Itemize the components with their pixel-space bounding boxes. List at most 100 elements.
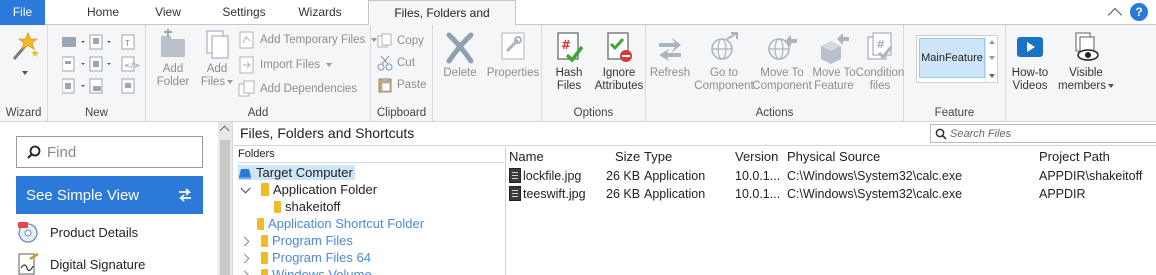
tree-item-program-files-64[interactable]: Program Files 64: [241, 250, 371, 265]
see-simple-view-button[interactable]: See Simple View: [16, 176, 203, 214]
add-files-button[interactable]: Add Files: [200, 29, 234, 89]
nav-label-product-details: Product Details: [50, 224, 139, 240]
see-simple-view-label: See Simple View: [26, 186, 140, 204]
go-to-component-button[interactable]: Go to Component: [694, 31, 754, 93]
scroll-down-icon[interactable]: [989, 56, 995, 60]
add-files-label-1: Add: [206, 63, 228, 75]
import-files-button[interactable]: Import Files: [238, 56, 333, 74]
tab-view[interactable]: View: [146, 0, 190, 25]
nav-item-digital-signature[interactable]: Digital Signature: [16, 253, 145, 275]
feature-gallery[interactable]: MainFeature: [916, 35, 998, 83]
hash-file-icon: #: [557, 32, 584, 63]
hash-files-button[interactable]: # Hash Files: [550, 31, 588, 93]
go-to-component-label-1: Go to: [709, 67, 739, 79]
svg-text:T: T: [124, 39, 130, 48]
delete-button[interactable]: Delete: [440, 31, 480, 80]
add-temporary-files-label: Add Temporary Files: [260, 34, 366, 46]
column-header-type[interactable]: Type: [644, 149, 672, 164]
move-to-component-button[interactable]: Move To Component: [752, 31, 812, 93]
ribbon-tab-bar: File Home View Settings Wizards Files, F…: [0, 0, 1156, 44]
tab-file[interactable]: File: [0, 0, 45, 25]
files-list: Name Size Type Version Physical Source P…: [507, 147, 1156, 275]
wizard-button[interactable]: [9, 31, 39, 75]
properties-button[interactable]: Properties: [487, 31, 539, 80]
scroll-up-icon[interactable]: [989, 40, 995, 44]
feature-gallery-scroll[interactable]: [985, 36, 997, 82]
add-folder-button[interactable]: Add Folder: [156, 29, 190, 89]
ignore-attributes-label-1: Ignore: [602, 67, 636, 79]
executable-file-icon: [509, 168, 521, 183]
column-header-version[interactable]: Version: [735, 149, 778, 164]
help-icon[interactable]: ?: [1130, 3, 1148, 21]
column-header-project-path[interactable]: Project Path: [1039, 149, 1110, 164]
tab-wizards[interactable]: Wizards: [290, 0, 350, 25]
tab-files-folders-shortcuts[interactable]: Files, Folders and Shortcuts: [368, 0, 516, 44]
scroll-up-arrow-icon[interactable]: [219, 125, 230, 136]
folder-icon: [261, 268, 268, 275]
tree-item-application-shortcut-folder[interactable]: Application Shortcut Folder: [257, 216, 424, 231]
collapsed-arrow-icon[interactable]: [241, 253, 251, 263]
tree-item-program-files[interactable]: Program Files: [241, 233, 353, 248]
left-pane-scrollbar[interactable]: [218, 122, 232, 275]
add-temporary-files-button[interactable]: Add Temporary Files: [238, 31, 378, 49]
nav-label-digital-signature: Digital Signature: [50, 256, 146, 272]
group-clipboard: Copy Cut Paste Clipboard: [371, 25, 433, 122]
dropdown-caret-icon: [227, 79, 234, 84]
cut-button[interactable]: Cut: [377, 55, 415, 71]
cell-size: 26 KB: [606, 187, 641, 201]
folders-tree: Folders Target Computer Application Fold…: [234, 147, 506, 275]
dependencies-icon: [238, 80, 255, 97]
add-dependencies-button[interactable]: Add Dependencies: [238, 80, 357, 98]
column-header-physical-source[interactable]: Physical Source: [787, 149, 880, 164]
collapsed-arrow-icon[interactable]: [241, 270, 251, 275]
product-disc-icon: [18, 222, 38, 243]
condition-files-icon: #: [867, 32, 893, 60]
paste-button[interactable]: Paste: [377, 77, 426, 93]
move-to-feature-icon: [821, 33, 849, 64]
ignore-attributes-button[interactable]: Ignore Attributes: [594, 31, 644, 93]
dropdown-caret-icon: [326, 63, 333, 67]
collapse-ribbon-icon[interactable]: [1107, 7, 1123, 22]
copy-button[interactable]: Copy: [377, 33, 424, 49]
cell-name: lockfile.jpg: [523, 169, 582, 183]
tree-item-application-folder[interactable]: Application Folder: [241, 182, 377, 197]
ignore-attributes-label-2: Attributes: [594, 80, 644, 92]
nav-item-product-details[interactable]: Product Details: [16, 221, 138, 243]
move-to-component-label-2: Component: [752, 80, 812, 92]
group-label-options: Options: [573, 107, 614, 119]
folder-icon: [261, 183, 269, 196]
group-new: T </> New: [48, 25, 146, 122]
visible-members-button[interactable]: Visible members: [1058, 31, 1114, 93]
column-header-size[interactable]: Size: [615, 149, 640, 164]
column-header-name[interactable]: Name: [509, 149, 544, 164]
group-label-feature: Feature: [934, 107, 975, 119]
import-files-icon: [239, 56, 254, 74]
howto-videos-button[interactable]: How-to Videos: [1010, 31, 1050, 93]
group-label-wizard: Wizard: [5, 107, 42, 119]
cell-name: teeswift.jpg: [523, 187, 586, 201]
move-to-feature-button[interactable]: Move To Feature: [810, 31, 858, 93]
expand-arrow-icon[interactable]: [241, 185, 251, 195]
tree-item-windows-volume[interactable]: Windows Volume: [241, 267, 372, 275]
tab-home[interactable]: Home: [79, 0, 127, 25]
svg-text:</>: </>: [124, 61, 140, 70]
find-input[interactable]: Find: [16, 136, 203, 168]
ribbon: Wizard T </> New Add Folder Add Files Ad…: [0, 25, 1156, 122]
group-actions: Refresh Go to Component Move To Componen…: [646, 25, 904, 122]
new-folder-icon: [62, 37, 76, 47]
refresh-button[interactable]: Refresh: [650, 31, 690, 80]
expand-gallery-icon[interactable]: [989, 74, 995, 78]
condition-files-button[interactable]: # Condition files: [856, 31, 904, 93]
collapsed-arrow-icon[interactable]: [241, 236, 251, 246]
group-label-new: New: [84, 107, 108, 119]
scrollbar-thumb[interactable]: [220, 140, 230, 275]
search-files-input[interactable]: Search Files: [930, 124, 1156, 143]
tab-settings[interactable]: Settings: [214, 0, 274, 25]
add-folder-label-2: Folder: [156, 76, 190, 88]
search-files-placeholder: Search Files: [950, 127, 1012, 140]
group-add: Add Folder Add Files Add Temporary Files…: [146, 25, 378, 122]
feature-item-selected[interactable]: MainFeature: [919, 38, 985, 78]
tree-item-shakeitoff[interactable]: shakeitoff: [274, 199, 340, 214]
tree-item-target-computer[interactable]: Target Computer: [238, 165, 355, 180]
dropdown-caret-icon: [1107, 83, 1114, 88]
